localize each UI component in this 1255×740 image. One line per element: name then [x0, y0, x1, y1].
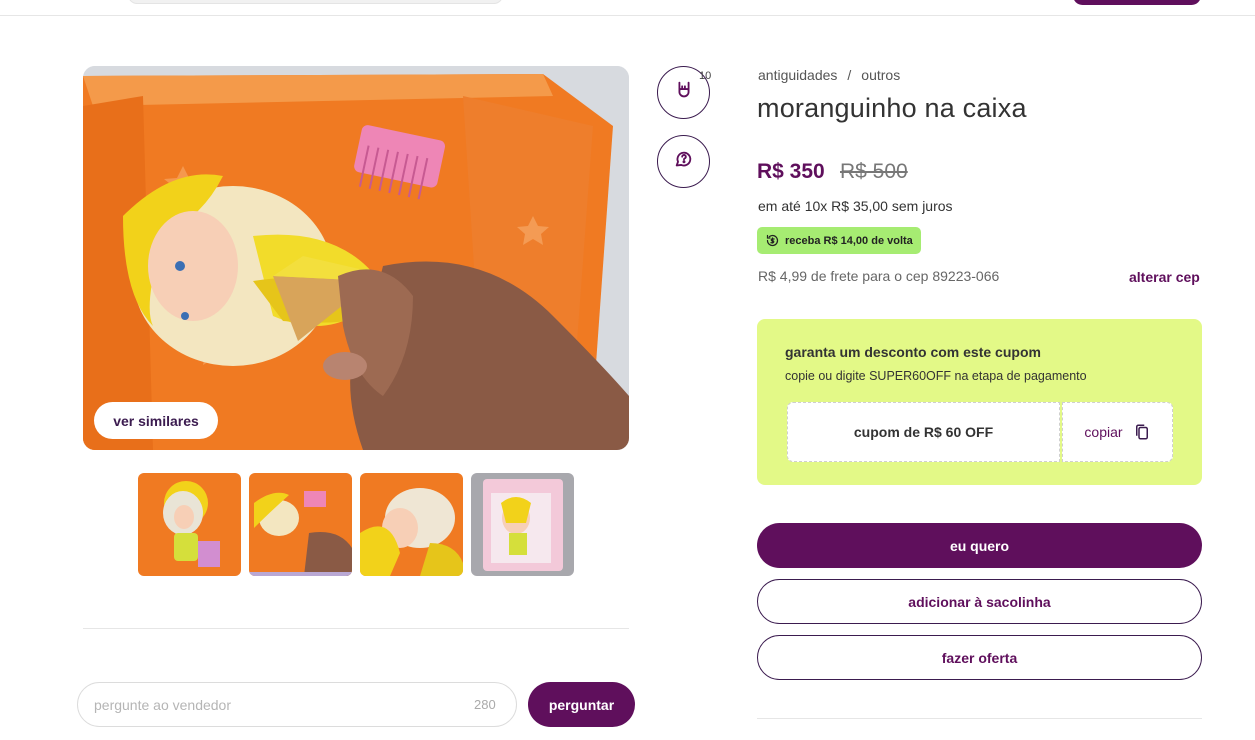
- copy-label: copiar: [1084, 424, 1123, 440]
- header-search-input[interactable]: [128, 0, 503, 4]
- coupon-subtitle: copie ou digite SUPER60OFF na etapa de p…: [785, 369, 1087, 383]
- chat-question-icon: [673, 148, 695, 175]
- product-photo-illustration: [83, 66, 629, 450]
- thumbnail-4[interactable]: [471, 473, 574, 576]
- thumbnail-image: [249, 473, 352, 576]
- top-header: [0, 0, 1255, 16]
- old-price: R$ 500: [840, 160, 908, 183]
- buy-button[interactable]: eu quero: [757, 523, 1202, 568]
- ask-seller-input[interactable]: [77, 682, 517, 727]
- cashback-badge: receba R$ 14,00 de volta: [757, 227, 921, 254]
- breadcrumb-item[interactable]: antiguidades: [758, 67, 837, 83]
- breadcrumb-separator: /: [847, 67, 852, 83]
- rock-hand-icon: [673, 79, 695, 106]
- shipping-text: R$ 4,99 de frete para o cep 89223-066: [758, 268, 1000, 284]
- coupon-box: garanta um desconto com este cupom copie…: [757, 319, 1202, 485]
- header-button[interactable]: [1073, 0, 1201, 5]
- price: R$ 350: [757, 160, 825, 183]
- ask-button[interactable]: perguntar: [528, 682, 635, 727]
- change-cep-link[interactable]: alterar cep: [1129, 269, 1200, 285]
- see-similar-button[interactable]: ver similares: [94, 402, 218, 439]
- thumbnail-image: [138, 473, 241, 576]
- copy-coupon-button[interactable]: copiar: [1062, 402, 1173, 462]
- thumbnail-2[interactable]: [249, 473, 352, 576]
- installments-text: em até 10x R$ 35,00 sem juros: [758, 198, 953, 214]
- thumbnail-image: [360, 473, 463, 576]
- thumbnail-3[interactable]: [360, 473, 463, 576]
- cashback-text: receba R$ 14,00 de volta: [785, 234, 913, 247]
- breadcrumb: antiguidades / outros: [758, 67, 900, 83]
- cashback-cycle-icon: [765, 233, 780, 248]
- like-count: 10: [699, 70, 712, 82]
- product-title: moranguinho na caixa: [757, 93, 1027, 123]
- thumbnail-image: [471, 473, 574, 576]
- coupon-title: garanta um desconto com este cupom: [785, 344, 1041, 360]
- coupon-code: cupom de R$ 60 OFF: [787, 402, 1060, 462]
- char-counter: 280: [474, 697, 496, 712]
- divider: [757, 718, 1202, 719]
- product-main-photo[interactable]: [83, 66, 629, 450]
- copy-icon: [1133, 422, 1151, 442]
- thumbnail-1[interactable]: [138, 473, 241, 576]
- breadcrumb-item[interactable]: outros: [861, 67, 900, 83]
- add-to-bag-button[interactable]: adicionar à sacolinha: [757, 579, 1202, 624]
- chat-button[interactable]: [657, 135, 710, 188]
- divider: [83, 628, 629, 629]
- make-offer-button[interactable]: fazer oferta: [757, 635, 1202, 680]
